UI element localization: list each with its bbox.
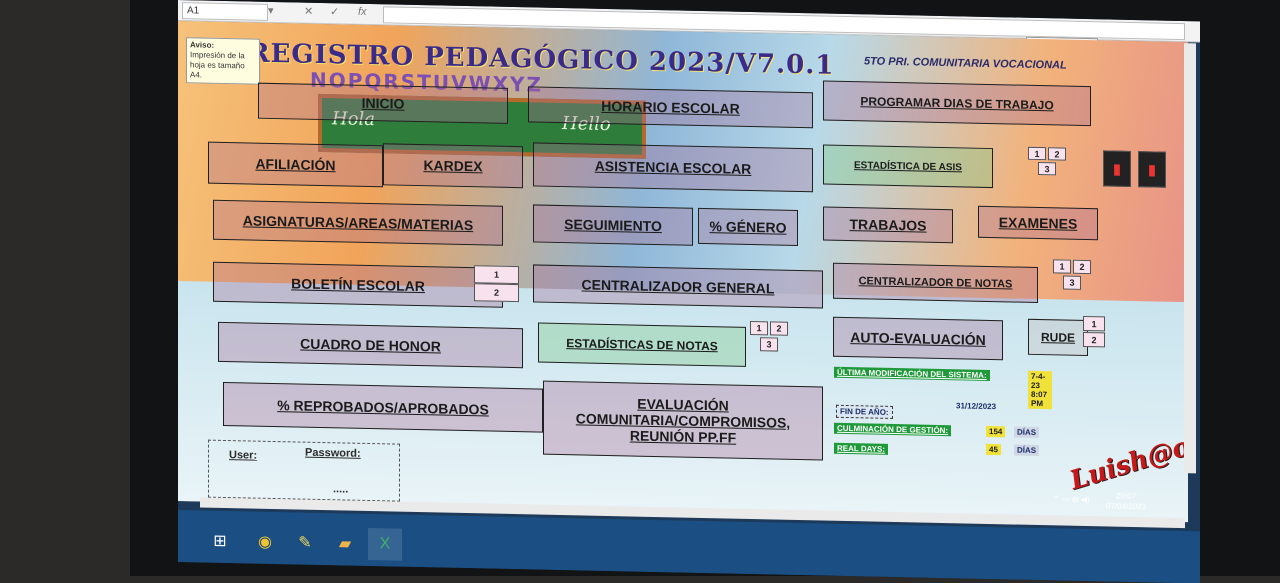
aviso-note: Aviso: Impresión de la hoja es tamaño A4… <box>186 37 260 85</box>
kardex-button[interactable]: KARDEX <box>383 143 523 189</box>
rude-button[interactable]: RUDE <box>1028 318 1088 357</box>
ultima-modificacion-value: 7-4-23 8:07 PM <box>1028 370 1052 410</box>
chevron-down-icon[interactable]: ▾ <box>268 4 274 17</box>
spreadsheet-canvas: Hola Hello NOPQRSTUVWXYZ REGISTRO PEDAGÓ… <box>178 21 1194 523</box>
tile-1: 1 <box>1083 315 1105 332</box>
folder-icon[interactable]: ▰ <box>328 527 362 560</box>
system-tray-icons[interactable]: ⌃ ▭ ◍ ◀) <box>1053 494 1090 504</box>
asistencia-button[interactable]: ASISTENCIA ESCOLAR <box>533 142 813 193</box>
switch-icon: ▮ <box>1138 151 1166 188</box>
evaluacion-comunitaria-button[interactable]: EVALUACIÓN COMUNITARIA/COMPROMISOS, REUN… <box>543 380 823 461</box>
password-field[interactable]: ..... <box>333 483 348 495</box>
password-label: Password: <box>305 446 361 460</box>
real-days-unit: DÍAS <box>1014 444 1040 457</box>
tile-3: 3 <box>1038 162 1056 176</box>
horario-button[interactable]: HORARIO ESCOLAR <box>528 86 813 129</box>
inicio-button[interactable]: INICIO <box>258 82 508 124</box>
fin-de-ano-label: FIN DE AÑO: <box>836 404 893 419</box>
chrome-icon[interactable]: ◉ <box>248 525 282 558</box>
tile-1: 1 <box>474 265 519 285</box>
close-icon[interactable]: ✕ <box>304 5 313 18</box>
centralizador-notas-button[interactable]: CENTRALIZADOR DE NOTAS <box>833 262 1038 304</box>
afiliacion-button[interactable]: AFILIACIÓN <box>208 141 383 188</box>
seguimiento-button[interactable]: SEGUIMIENTO <box>533 204 693 246</box>
login-box: User: Password: ..... <box>208 439 400 502</box>
culminacion-label: CULMINACIÓN DE GESTIÓN: <box>834 422 952 437</box>
tile-2: 2 <box>1048 147 1066 161</box>
asignaturas-button[interactable]: ASIGNATURAS/AREAS/MATERIAS <box>213 199 503 246</box>
programar-dias-button[interactable]: PROGRAMAR DIAS DE TRABAJO <box>823 80 1091 127</box>
reprobados-aprobados-button[interactable]: % REPROBADOS/APROBADOS <box>223 381 543 433</box>
tile-1: 1 <box>750 320 768 336</box>
auto-evaluacion-button[interactable]: AUTO-EVALUACIÓN <box>833 316 1003 361</box>
screen: A1 ▾ ✕ ✓ fx Barra de fórmulas Hola Hello… <box>178 0 1200 583</box>
cuadro-honor-button[interactable]: CUADRO DE HONOR <box>218 321 523 369</box>
check-icon[interactable]: ✓ <box>330 5 339 18</box>
tile-1: 1 <box>1053 259 1071 274</box>
tile-1: 1 <box>1028 146 1046 161</box>
culminacion-value: 154 <box>986 425 1006 438</box>
fx-icon[interactable]: fx <box>358 6 367 18</box>
grade-label: 5TO PRI. COMUNITARIA VOCACIONAL <box>864 55 1067 72</box>
clock[interactable]: 20:07 07/04/2023 <box>1106 491 1146 512</box>
system-info-panel: ÚLTIMA MODIFICACIÓN DEL SISTEMA: 7-4-23 … <box>832 365 1052 473</box>
vertical-scrollbar[interactable] <box>1184 43 1196 474</box>
notes-icon[interactable]: ✎ <box>288 526 322 559</box>
aviso-text: Impresión de la hoja es tamaño A4. <box>190 50 245 80</box>
tile-3: 3 <box>760 337 778 352</box>
estadistica-asistencia-button[interactable]: ESTADÍSTICA DE ASIS <box>823 144 993 189</box>
clock-date: 07/04/2023 <box>1106 501 1147 512</box>
tile-2: 2 <box>1073 259 1091 275</box>
switch-icon: ▮ <box>1103 150 1131 187</box>
tile-2: 2 <box>770 321 788 336</box>
boletin-button[interactable]: BOLETÍN ESCOLAR <box>213 261 503 308</box>
genero-button[interactable]: % GÉNERO <box>698 207 798 246</box>
culminacion-unit: DÍAS <box>1014 426 1040 439</box>
real-days-label: REAL DAYS: <box>834 442 889 455</box>
real-days-value: 45 <box>986 443 1001 456</box>
centralizador-general-button[interactable]: CENTRALIZADOR GENERAL <box>533 264 823 309</box>
name-box[interactable]: A1 <box>182 2 268 21</box>
tile-2: 2 <box>474 283 519 303</box>
fin-de-ano-value: 31/12/2023 <box>956 401 997 412</box>
examenes-button[interactable]: EXAMENES <box>978 205 1098 241</box>
windows-icon[interactable]: ⊞ <box>203 525 237 558</box>
tile-3: 3 <box>1063 275 1081 290</box>
trabajos-button[interactable]: TRABAJOS <box>823 206 953 244</box>
tile-2: 2 <box>1083 331 1105 348</box>
user-label: User: <box>229 449 258 462</box>
ultima-modificacion-label: ÚLTIMA MODIFICACIÓN DEL SISTEMA: <box>834 366 990 382</box>
excel-icon[interactable]: X <box>368 527 402 561</box>
estadisticas-notas-button[interactable]: ESTADÍSTICAS DE NOTAS <box>538 322 746 367</box>
